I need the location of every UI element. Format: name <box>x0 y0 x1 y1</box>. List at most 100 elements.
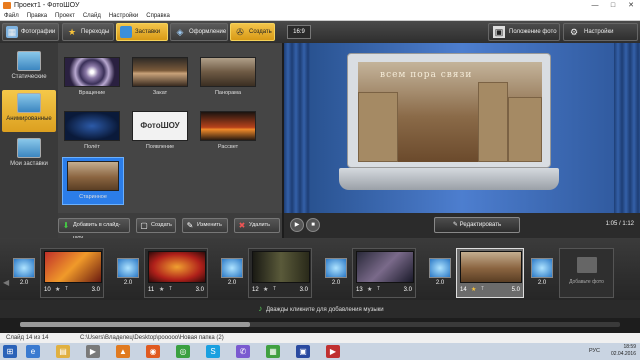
add-photo-slot[interactable]: Добавьте фото <box>559 248 614 298</box>
clock[interactable]: 18:59 02.04.2016 <box>611 344 636 358</box>
text-icon: T <box>65 286 69 292</box>
ie-icon[interactable]: e <box>26 345 40 358</box>
play-button[interactable]: ▶ <box>290 218 304 232</box>
edit-button[interactable]: ✎ Редактировать <box>434 217 520 233</box>
transition-icon <box>117 258 139 278</box>
menu-settings[interactable]: Настройки <box>109 11 138 20</box>
transition-5[interactable]: 2.0 <box>428 258 452 294</box>
timeline-scrollbar[interactable] <box>20 322 620 327</box>
flight-thumbnail <box>64 111 120 141</box>
transition-1[interactable]: 2.0 <box>12 258 36 294</box>
slide-thumbnail <box>356 251 414 283</box>
menu-project[interactable]: Проект <box>55 11 75 20</box>
close-button[interactable]: ✕ <box>622 0 640 11</box>
intro-panorama[interactable]: Панорама <box>200 57 256 99</box>
project-settings-button[interactable]: ⚙ Настройки проекта <box>563 23 638 51</box>
category-sidebar: Статические Анимированные Мои заставки <box>0 43 58 238</box>
intro-rotation[interactable]: Вращение <box>64 57 120 99</box>
title-bar: Проект1 - ФотоШОУ — □ ✕ <box>0 0 640 11</box>
star-icon: ★ <box>471 287 477 293</box>
skype-icon[interactable]: S <box>206 345 220 358</box>
aspect-ratio-selector[interactable]: 16:9 <box>287 25 311 39</box>
menu-file[interactable]: Файл <box>4 11 19 20</box>
slide-13[interactable]: 13 ★ T 3.0 <box>352 248 416 298</box>
transition-3[interactable]: 2.0 <box>220 258 244 294</box>
app-window: Проект1 - ФотоШОУ — □ ✕ Файл Правка Прое… <box>0 0 640 360</box>
start-button[interactable]: ⊞ <box>3 345 17 358</box>
intro-sunset[interactable]: Закат <box>132 57 188 99</box>
app-icon-2[interactable]: ▣ <box>296 345 310 358</box>
chrome-icon[interactable]: ◎ <box>176 345 190 358</box>
slide-10[interactable]: 10 ★ T 3.0 <box>40 248 104 298</box>
transition-4[interactable]: 2.0 <box>324 258 348 294</box>
add-to-slideshow-button[interactable]: ⬇ Добавить в слайд-шоу <box>58 218 130 241</box>
laptop-frame: всем пора связи <box>339 53 559 199</box>
preview-photo: всем пора связи <box>358 62 542 162</box>
transition-6[interactable]: 2.0 <box>530 258 554 294</box>
slide-thumbnail <box>148 251 206 283</box>
preview-photo-text: всем пора связи <box>380 70 473 80</box>
intro-gallery: Вращение Закат Панорама Полёт ФотоШОУ По… <box>58 43 282 213</box>
appearance-thumbnail: ФотоШОУ <box>132 111 188 141</box>
scrollbar-thumb[interactable] <box>20 322 250 327</box>
media-icon[interactable]: ▶ <box>86 345 100 358</box>
tab-design[interactable]: ◈ Оформление <box>170 23 228 41</box>
edit-intro-button[interactable]: ✎ Изменить <box>182 218 228 233</box>
gear-icon: ⚙ <box>569 27 579 37</box>
curtain-right <box>614 43 640 213</box>
menu-help[interactable]: Справка <box>146 11 170 20</box>
slide-14[interactable]: 14 ★ T 5.0 <box>456 248 524 298</box>
slide-counter: Слайд 14 из 14 <box>6 335 49 341</box>
firefox-icon[interactable]: ◉ <box>146 345 160 358</box>
slide-12[interactable]: 12 ★ T 3.0 <box>248 248 312 298</box>
vlc-icon[interactable]: ▲ <box>116 345 130 358</box>
photoshow-taskbar-icon[interactable]: ▶ <box>326 345 340 358</box>
intro-flight[interactable]: Полёт <box>64 111 120 153</box>
tab-screensavers[interactable]: Заставки <box>116 23 168 41</box>
scroll-left-icon[interactable]: ◀ <box>3 278 9 287</box>
music-track[interactable]: ♪ Дважды кликните для добавления музыки <box>0 300 640 318</box>
menu-edit[interactable]: Правка <box>27 11 47 20</box>
photo-position-button[interactable]: ▣ Положение фото <box>488 23 560 41</box>
menu-slide[interactable]: Слайд <box>83 11 101 20</box>
sunset-thumbnail <box>132 57 188 87</box>
intro-dawn[interactable]: Рассвет <box>200 111 256 153</box>
tab-create[interactable]: ✇ Создать <box>230 23 275 41</box>
language-indicator[interactable]: РУС <box>589 348 600 354</box>
viber-icon[interactable]: ✆ <box>236 345 250 358</box>
photos-icon: ▦ <box>6 26 18 38</box>
star-icon: ★ <box>263 287 269 293</box>
star-icon: ★ <box>55 287 61 293</box>
create-button[interactable]: ▢ Создать <box>136 218 176 233</box>
stop-button[interactable]: ■ <box>306 218 320 232</box>
crop-icon: ▣ <box>493 26 505 38</box>
transition-2[interactable]: 2.0 <box>116 258 140 294</box>
slide-11[interactable]: 11 ★ T 3.0 <box>144 248 208 298</box>
maximize-button[interactable]: □ <box>604 0 622 11</box>
dawn-thumbnail <box>200 111 256 141</box>
intro-vintage[interactable]: Старинное <box>62 157 124 205</box>
transition-icon <box>429 258 451 278</box>
music-add-icon: ♪ <box>258 304 263 313</box>
slide-thumbnail <box>44 251 102 283</box>
rotation-thumbnail <box>64 57 120 87</box>
project-path: C:\Users\Владелец\Desktop\рооооо\Новая п… <box>80 335 224 341</box>
tab-photos[interactable]: ▦ Фотографии <box>2 23 59 41</box>
category-my-intros[interactable]: Мои заставки <box>2 135 56 175</box>
minimize-button[interactable]: — <box>586 0 604 11</box>
text-icon: T <box>377 286 381 292</box>
explorer-icon[interactable]: ▤ <box>56 345 70 358</box>
delete-icon: ✖ <box>238 221 246 230</box>
intro-appearance[interactable]: ФотоШОУ Появление <box>132 111 188 153</box>
category-animated[interactable]: Анимированные <box>2 90 56 132</box>
laptop-screen: всем пора связи <box>347 53 551 168</box>
category-static[interactable]: Статические <box>2 48 56 88</box>
app-icon[interactable]: ▦ <box>266 345 280 358</box>
slide-thumbnail <box>460 251 522 283</box>
delete-button[interactable]: ✖ Удалить <box>234 218 280 233</box>
tab-transitions[interactable]: ★ Переходы <box>62 23 114 41</box>
laptop-base <box>339 168 559 190</box>
new-doc-icon: ▢ <box>140 221 148 230</box>
status-bar: Слайд 14 из 14 C:\Users\Владелец\Desktop… <box>0 333 640 343</box>
preview-panel: всем пора связи <box>284 43 640 213</box>
